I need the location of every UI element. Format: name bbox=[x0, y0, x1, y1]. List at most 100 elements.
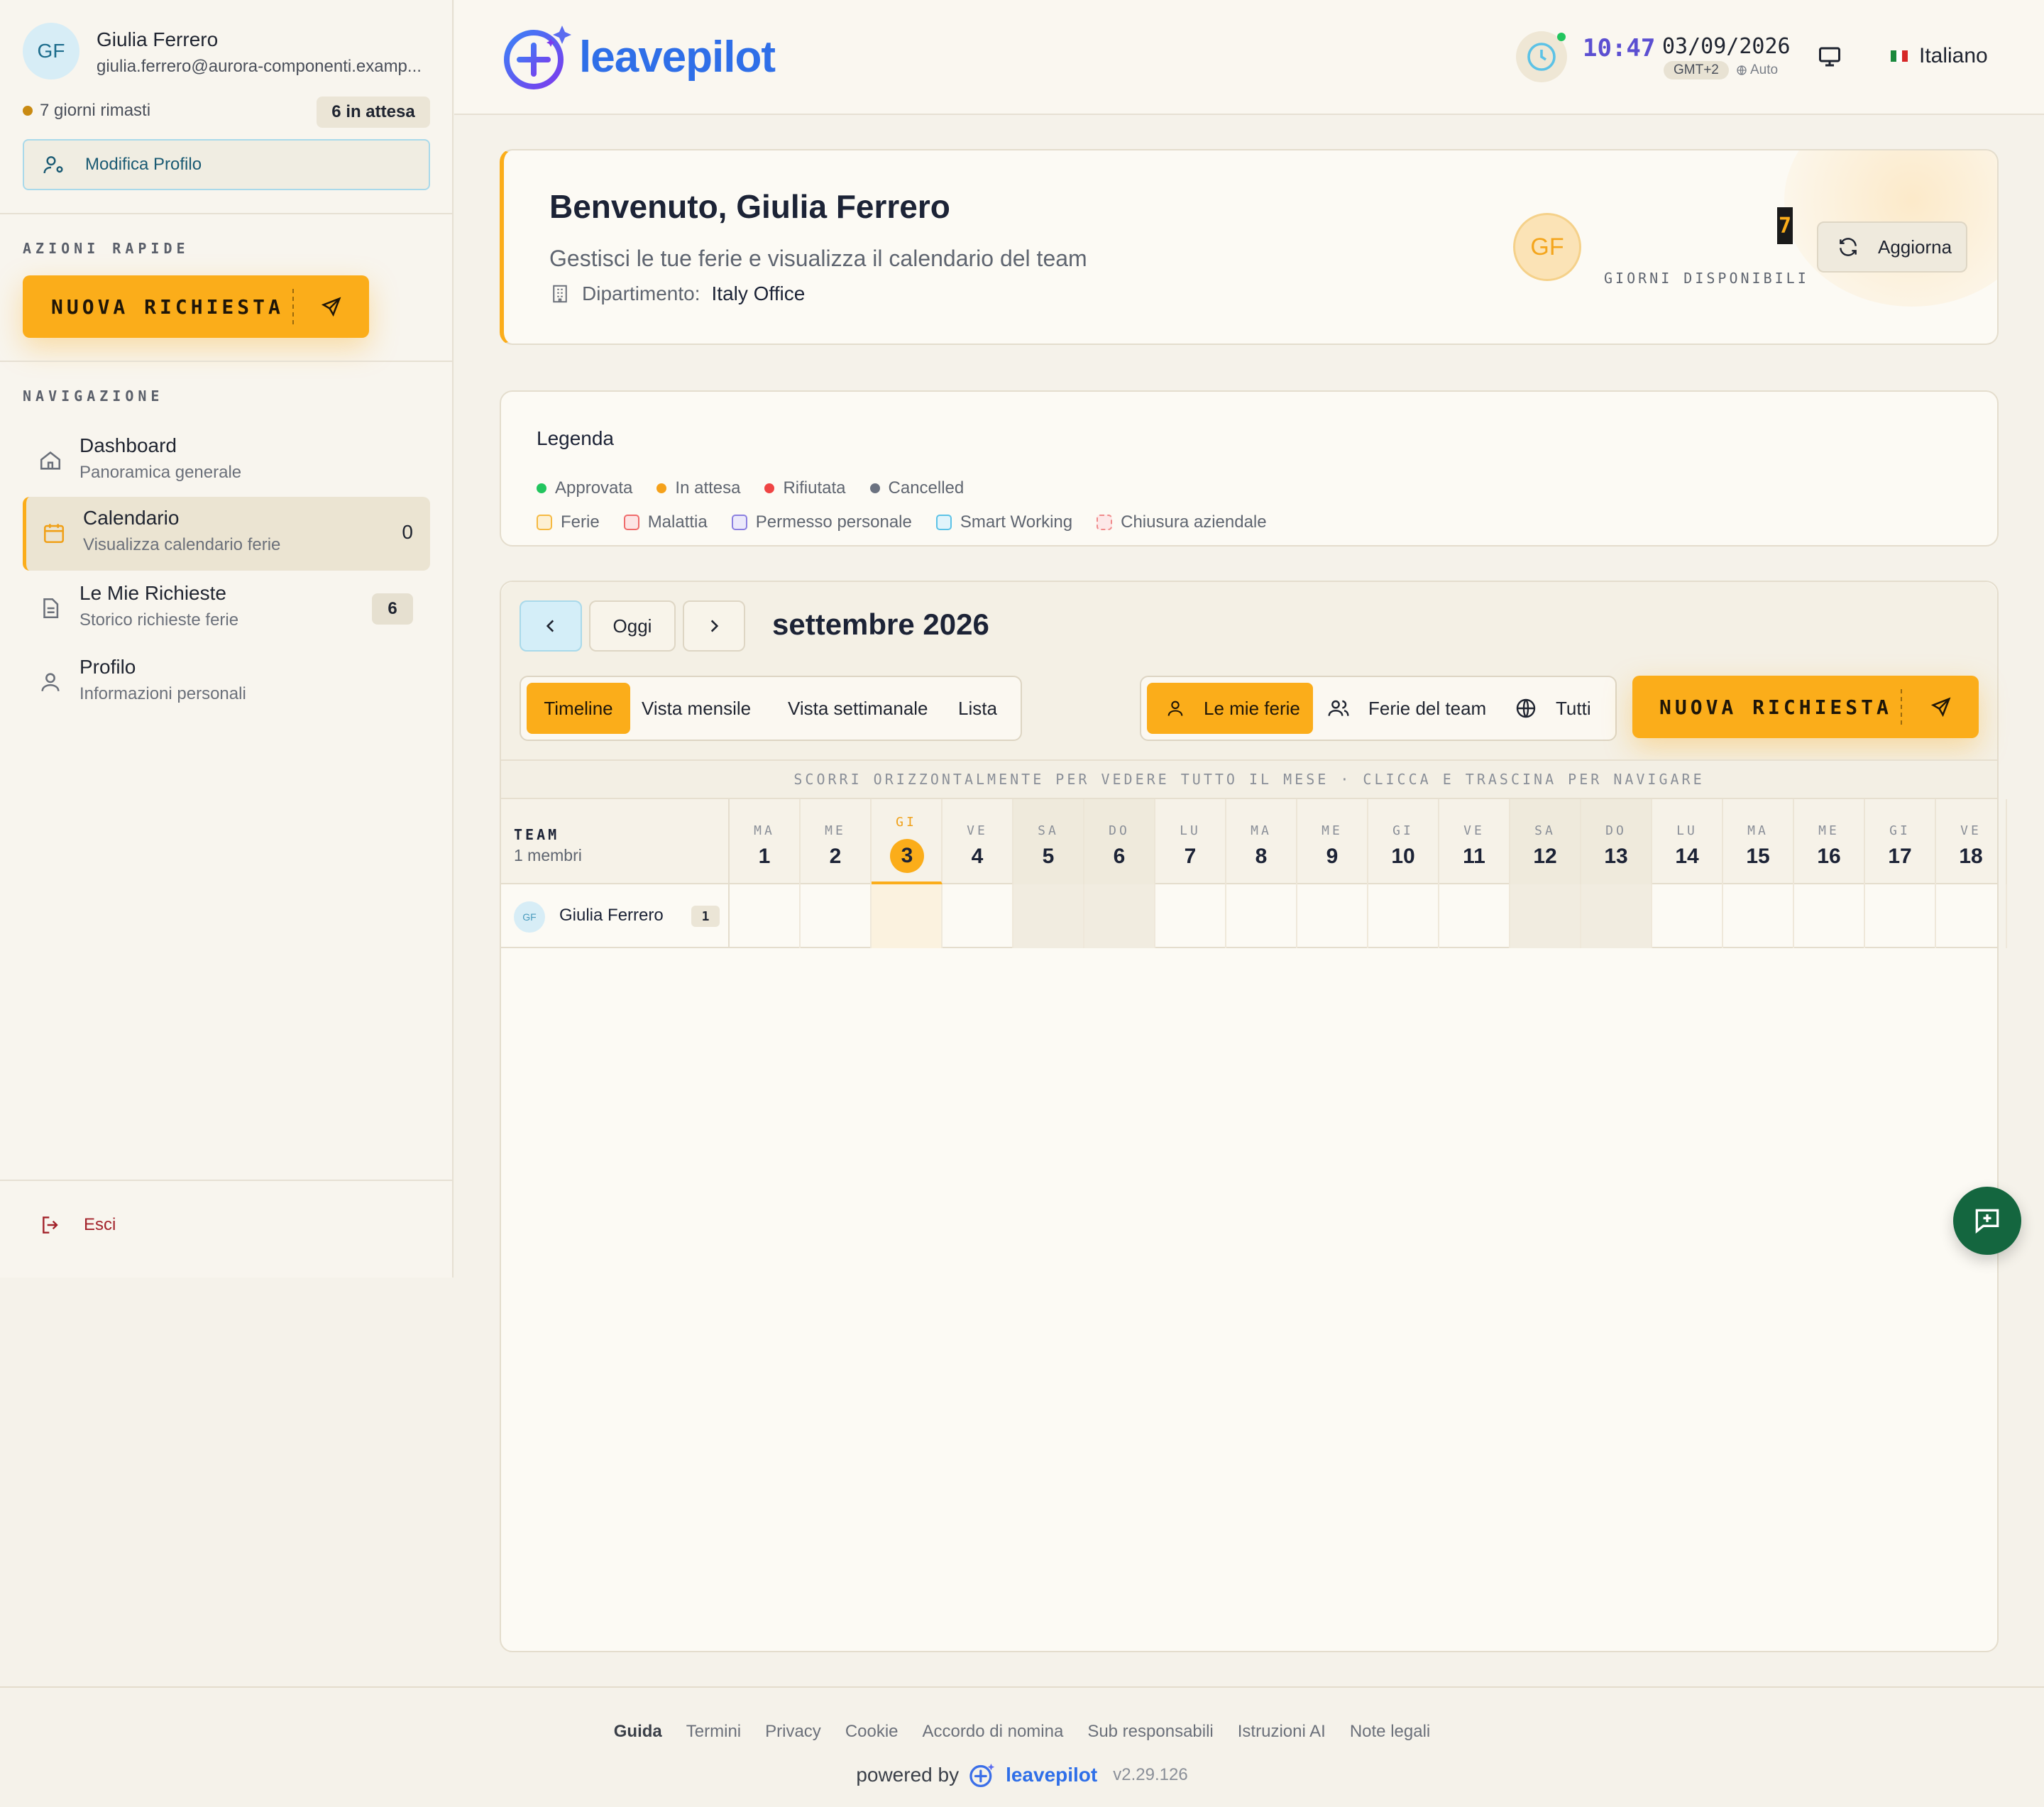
day-of-week: MA bbox=[1251, 823, 1272, 838]
timeline-cell[interactable] bbox=[943, 884, 1013, 948]
language-label: Italiano bbox=[1919, 44, 1988, 67]
feedback-button[interactable] bbox=[1953, 1187, 2021, 1255]
timeline-cell[interactable] bbox=[1368, 884, 1439, 948]
timeline-cell[interactable] bbox=[1936, 884, 2007, 948]
footer-link-appointment[interactable]: Accordo di nomina bbox=[923, 1722, 1064, 1742]
timeline-cell[interactable] bbox=[1510, 884, 1581, 948]
sidebar-item-title: Le Mie Richieste bbox=[79, 582, 226, 604]
sidebar-item-title: Calendario bbox=[83, 507, 180, 529]
legend-swatch bbox=[537, 515, 552, 530]
status-dot bbox=[537, 483, 546, 493]
timeline-cell[interactable] bbox=[1581, 884, 1652, 948]
timezone-mode-label: Auto bbox=[1750, 62, 1779, 77]
logout-button[interactable]: Esci bbox=[40, 1214, 116, 1236]
timeline-cell[interactable] bbox=[801, 884, 872, 948]
day-header: VE 11 bbox=[1439, 799, 1510, 884]
day-header: ME 9 bbox=[1297, 799, 1368, 884]
timeline-cell[interactable] bbox=[1155, 884, 1226, 948]
timeline-cell[interactable] bbox=[1013, 884, 1084, 948]
sidebar-item-dashboard[interactable]: Dashboard Panoramica generale bbox=[23, 424, 430, 498]
timeline-cell[interactable] bbox=[1652, 884, 1723, 948]
tab-monthly[interactable]: Vista mensile bbox=[642, 683, 751, 734]
monitor-icon[interactable] bbox=[1817, 44, 1842, 70]
day-of-week: SA bbox=[1534, 823, 1556, 838]
filter-team-leave[interactable]: Ferie del team bbox=[1327, 683, 1486, 734]
footer-link-cookie[interactable]: Cookie bbox=[845, 1722, 899, 1742]
footer-link-ai-instructions[interactable]: Istruzioni AI bbox=[1238, 1722, 1326, 1742]
calendar-header: Oggi settembre 2026 Timeline Vista mensi… bbox=[501, 582, 1997, 759]
timeline-cell[interactable] bbox=[872, 884, 943, 948]
filter-my-leave[interactable]: Le mie ferie bbox=[1147, 683, 1313, 734]
legend-label: Ferie bbox=[561, 512, 600, 532]
legend-label: Permesso personale bbox=[755, 512, 912, 532]
logo[interactable]: leavepilot bbox=[501, 20, 776, 94]
status-dot bbox=[869, 483, 880, 493]
sidebar-item-profile[interactable]: Profilo Informazioni personali bbox=[23, 646, 430, 720]
tab-timeline[interactable]: Timeline bbox=[527, 683, 630, 734]
day-header: GI 17 bbox=[1865, 799, 1936, 884]
new-request-button[interactable]: NUOVA RICHIESTA bbox=[23, 275, 369, 338]
sidebar: GF Giulia Ferrero giulia.ferrero@aurora-… bbox=[0, 0, 454, 1278]
timeline-cell[interactable] bbox=[1297, 884, 1368, 948]
language-selector[interactable]: Italiano bbox=[1891, 44, 1988, 68]
row-user: GF Giulia Ferrero 1 bbox=[501, 884, 730, 948]
day-header: DO 13 bbox=[1581, 799, 1652, 884]
legend-label: Approvata bbox=[555, 478, 633, 498]
day-header: VE 4 bbox=[943, 799, 1013, 884]
day-header: MA 1 bbox=[730, 799, 801, 884]
filter-label: Tutti bbox=[1556, 697, 1591, 719]
footer-logo-text[interactable]: leavepilot bbox=[1006, 1764, 1097, 1786]
timeline-cell[interactable] bbox=[1723, 884, 1794, 948]
day-number: 5 bbox=[1042, 845, 1055, 868]
new-request-button[interactable]: NUOVA RICHIESTA bbox=[1632, 676, 1979, 738]
prev-month-button[interactable] bbox=[520, 600, 582, 652]
footer-link-privacy[interactable]: Privacy bbox=[765, 1722, 821, 1742]
day-number: 6 bbox=[1113, 845, 1126, 868]
logout-label: Esci bbox=[84, 1215, 116, 1234]
days-available-value: 7 bbox=[1777, 207, 1793, 244]
team-column-header: TEAM 1 membri bbox=[501, 799, 730, 884]
sidebar-item-count: 0 bbox=[402, 521, 413, 543]
timeline-cell[interactable] bbox=[1084, 884, 1155, 948]
legend-label: Smart Working bbox=[960, 512, 1073, 532]
day-number: 3 bbox=[890, 839, 924, 873]
timeline-cell[interactable] bbox=[1439, 884, 1510, 948]
timeline-cell[interactable] bbox=[1226, 884, 1297, 948]
legend-title: Legenda bbox=[537, 427, 615, 449]
timeline-cell[interactable] bbox=[1865, 884, 1936, 948]
table-row[interactable]: GF Giulia Ferrero 1 bbox=[501, 884, 2007, 948]
footer-link-guide[interactable]: Guida bbox=[614, 1722, 662, 1742]
clock-time: 10:47 bbox=[1583, 34, 1656, 62]
timeline-cell[interactable] bbox=[730, 884, 801, 948]
today-button[interactable]: Oggi bbox=[589, 600, 676, 652]
next-month-button[interactable] bbox=[683, 600, 745, 652]
day-number: 9 bbox=[1326, 845, 1339, 868]
logout-icon bbox=[43, 1216, 58, 1234]
edit-profile-button[interactable]: Modifica Profilo bbox=[23, 139, 430, 190]
team-members-count: 1 membri bbox=[514, 846, 582, 864]
sidebar-item-my-requests[interactable]: Le Mie Richieste Storico richieste ferie… bbox=[23, 572, 430, 646]
row-user-name: Giulia Ferrero bbox=[559, 906, 664, 925]
day-number: 1 bbox=[758, 845, 771, 868]
legend-item: Chiusura aziendale bbox=[1097, 512, 1267, 532]
sidebar-item-calendar[interactable]: Calendario Visualizza calendario ferie 0 bbox=[23, 497, 430, 571]
pending-badge: 6 in attesa bbox=[317, 97, 430, 128]
user-icon bbox=[1167, 701, 1183, 716]
day-of-week: MA bbox=[1747, 823, 1769, 838]
days-left: 7 giorni rimasti bbox=[23, 101, 150, 121]
user-gear-icon bbox=[43, 156, 63, 174]
footer: Guida Termini Privacy Cookie Accordo di … bbox=[0, 1686, 2044, 1807]
footer-link-legal[interactable]: Note legali bbox=[1350, 1722, 1430, 1742]
refresh-button[interactable]: Aggiorna bbox=[1817, 221, 1967, 273]
tab-weekly[interactable]: Vista settimanale bbox=[788, 683, 928, 734]
globe-icon bbox=[1737, 65, 1747, 75]
timeline-cell[interactable] bbox=[1794, 884, 1865, 948]
timezone-badge: GMT+2 bbox=[1664, 61, 1729, 79]
filter-all[interactable]: Tutti bbox=[1515, 683, 1591, 734]
footer-link-subprocessors[interactable]: Sub responsabili bbox=[1087, 1722, 1213, 1742]
day-number: 2 bbox=[829, 845, 842, 868]
avatar[interactable]: GF bbox=[23, 23, 79, 79]
tab-list[interactable]: Lista bbox=[958, 683, 997, 734]
footer-link-terms[interactable]: Termini bbox=[686, 1722, 741, 1742]
user-icon bbox=[41, 673, 60, 691]
